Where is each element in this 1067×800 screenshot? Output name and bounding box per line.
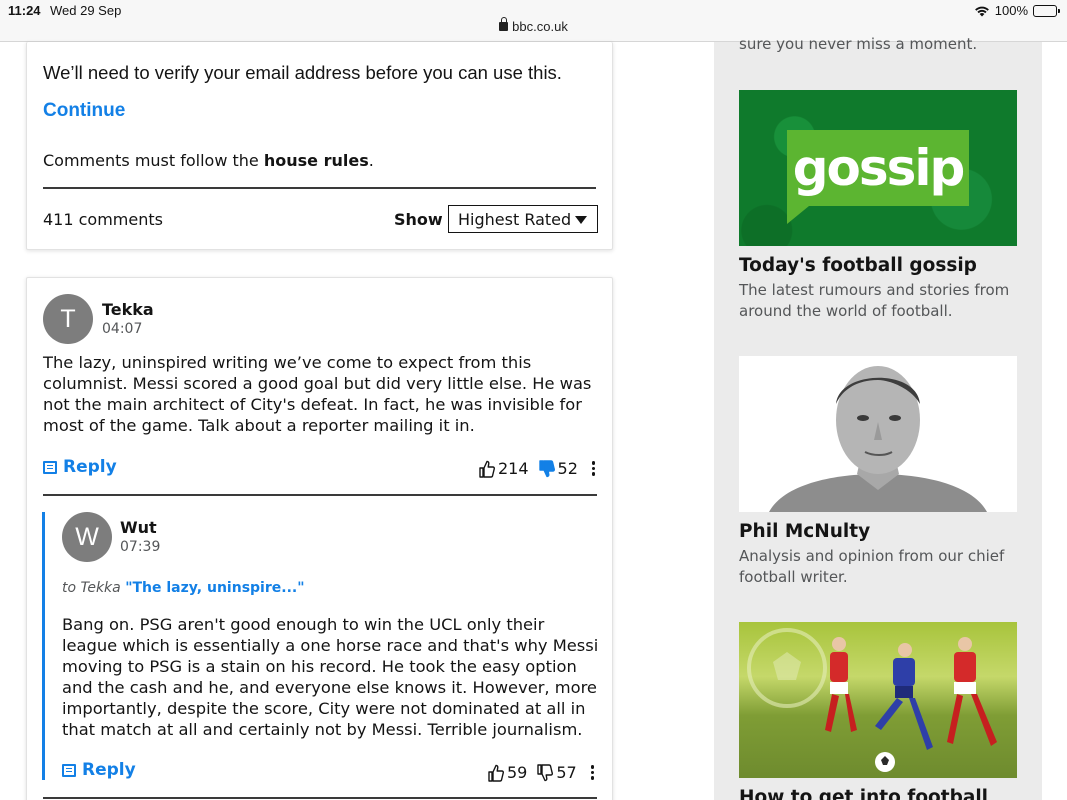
gossip-logo-text: gossip xyxy=(792,139,966,197)
continue-link[interactable]: Continue xyxy=(43,100,125,122)
reply-label: Reply xyxy=(63,457,117,477)
status-indicators: 100% xyxy=(974,3,1060,18)
thumbs-down-icon[interactable] xyxy=(538,459,555,478)
divider xyxy=(43,187,596,189)
battery-percent: 100% xyxy=(994,3,1028,18)
comment-author[interactable]: Tekka xyxy=(102,300,154,319)
rules-suffix: . xyxy=(368,151,374,170)
comment-votes: 59 57 xyxy=(488,763,595,782)
comment-time: 07:39 xyxy=(120,539,161,555)
comment-count: 411 comments xyxy=(43,210,163,229)
comment-body: The lazy, uninspired writing we’ve come … xyxy=(43,353,592,435)
reply-label: Reply xyxy=(82,760,136,780)
status-time: 11:24 xyxy=(8,3,41,18)
promo-description: The latest rumours and stories from arou… xyxy=(739,281,1010,320)
football-players-photo xyxy=(739,622,1017,778)
rules-prefix: Comments must follow the xyxy=(43,151,264,170)
verify-message: We’ll need to verify your email address … xyxy=(43,62,562,83)
house-rules-notice: Comments must follow the house rules. xyxy=(43,151,374,170)
comment-body: Bang on. PSG aren't good enough to win t… xyxy=(62,615,599,739)
comment-votes: 214 52 xyxy=(479,459,596,478)
gossip-promo-image: gossip xyxy=(739,90,1017,246)
promo-phil-mcnulty[interactable]: Phil McNulty Analysis and opinion from o… xyxy=(739,356,1017,588)
thumbs-down-icon[interactable] xyxy=(537,763,554,782)
promo-title[interactable]: How to get into football xyxy=(739,787,1017,800)
comment-icon xyxy=(62,763,76,777)
status-date: Wed 29 Sep xyxy=(50,3,122,18)
comment-time: 04:07 xyxy=(102,321,143,337)
reply-indicator-bar xyxy=(42,512,45,780)
promo-get-into-football[interactable]: How to get into football xyxy=(739,622,1017,800)
comment-icon xyxy=(43,460,57,474)
promo-description: Analysis and opinion from our chief foot… xyxy=(739,547,1005,586)
lock-icon xyxy=(499,17,509,31)
thumbs-up-icon[interactable] xyxy=(488,764,504,782)
more-options-icon[interactable] xyxy=(591,459,596,478)
address-bar[interactable]: bbc.co.uk xyxy=(0,17,1067,34)
football-scene-image xyxy=(747,628,997,772)
upvote-count: 214 xyxy=(498,459,529,478)
phil-mcnulty-photo xyxy=(739,356,1017,512)
promo-football-gossip[interactable]: gossip Today's football gossip The lates… xyxy=(739,90,1017,322)
battery-icon xyxy=(1033,4,1060,17)
url-text: bbc.co.uk xyxy=(512,19,568,34)
comments-card: T Tekka 04:07 The lazy, uninspired writi… xyxy=(26,277,613,800)
avatar: W xyxy=(62,512,112,562)
comment-author[interactable]: Wut xyxy=(120,518,157,537)
sort-select[interactable]: Highest Rated xyxy=(448,205,598,233)
upvote-count: 59 xyxy=(507,763,528,782)
reply-button[interactable]: Reply xyxy=(62,760,136,780)
avatar: T xyxy=(43,294,93,344)
caret-down-icon xyxy=(575,216,587,224)
portrait-image xyxy=(739,356,1017,512)
promo-title[interactable]: Phil McNulty xyxy=(739,521,1017,542)
house-rules-link[interactable]: house rules xyxy=(264,151,369,170)
sort-selected-value: Highest Rated xyxy=(458,210,572,229)
reply-to-prefix: to Tekka xyxy=(62,580,121,596)
downvote-count: 57 xyxy=(556,763,577,782)
thumbs-up-icon[interactable] xyxy=(479,460,495,478)
reply-button[interactable]: Reply xyxy=(43,457,117,477)
sidebar: sure you never miss a moment. gossip Tod… xyxy=(714,35,1042,800)
comment-divider xyxy=(43,797,597,799)
reply-to-quote-link[interactable]: "The lazy, uninspire..." xyxy=(125,580,304,596)
gossip-logo: gossip xyxy=(787,130,969,224)
wifi-icon xyxy=(974,6,989,16)
sidebar-cut-text: sure you never miss a moment. xyxy=(739,35,978,53)
sort-label: Show xyxy=(394,210,443,229)
comment-divider xyxy=(43,494,597,496)
reply-to-reference: to Tekka "The lazy, uninspire..." xyxy=(62,580,305,596)
downvote-count: 52 xyxy=(557,459,578,478)
comment-signin-card: We’ll need to verify your email address … xyxy=(26,42,613,250)
more-options-icon[interactable] xyxy=(590,763,595,782)
promo-title[interactable]: Today's football gossip xyxy=(739,255,1017,276)
